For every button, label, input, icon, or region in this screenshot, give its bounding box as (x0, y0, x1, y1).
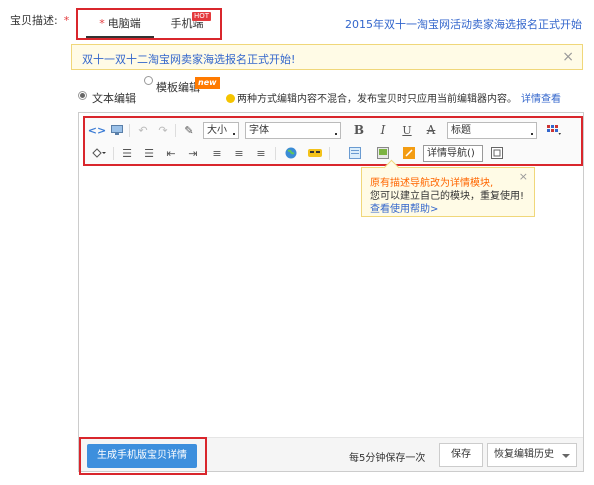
detail-module-popup: 原有描述导航改为详情模块, 您可以建立自己的模块，重复使用! 查看使用帮助> × (361, 167, 535, 217)
tab-pc[interactable]: * 电脑端 (86, 10, 154, 38)
bulleted-list-icon[interactable]: ☰ (119, 145, 135, 161)
align-left-icon[interactable]: ≡ (209, 145, 225, 161)
editor-tip: 两种方式编辑内容不混合，发布宝贝时只应用当前编辑器内容。 详情查看 (226, 90, 561, 105)
platform-tabs: * 电脑端 手机端 HOT (76, 8, 222, 40)
tip-text: 两种方式编辑内容不混合，发布宝贝时只应用当前编辑器内容。 (237, 94, 517, 105)
indent-icon[interactable]: ⇥ (185, 145, 201, 161)
align-center-icon[interactable]: ≡ (231, 145, 247, 161)
field-label-text: 宝贝描述: (10, 14, 58, 27)
toolbar-divider (129, 124, 130, 137)
required-mark: * (99, 17, 105, 30)
table-grid-icon[interactable] (543, 122, 565, 138)
fullscreen-icon[interactable] (489, 145, 505, 161)
editor-footer: 生成手机版宝贝详情 每5分钟保存一次 保存 恢复编辑历史 (79, 437, 583, 475)
toolbar-divider (175, 124, 176, 137)
emoticon-icon[interactable] (307, 145, 323, 161)
toolbar-divider (113, 147, 114, 160)
toolbar-divider (329, 147, 330, 160)
hot-badge: HOT (192, 12, 212, 21)
toolbar-divider (275, 147, 276, 160)
generate-highlight: 生成手机版宝贝详情 (79, 437, 207, 475)
close-icon[interactable]: × (562, 49, 574, 65)
outdent-icon[interactable]: ⇤ (163, 145, 179, 161)
font-family-select[interactable]: 字体 (245, 122, 341, 139)
font-size-select[interactable]: 大小 (203, 122, 239, 139)
editor-toolbar: <> ↶ ↷ ✎ 大小 字体 B I U A 标题 ☰ ☰ ⇤ ⇥ ≡ ≡ ≡ (83, 116, 583, 166)
notice-bar: 双十一双十二淘宝网卖家海选报名正式开始! × (71, 44, 583, 70)
redo-icon[interactable]: ↷ (155, 122, 171, 138)
restore-history-button[interactable]: 恢复编辑历史 (487, 443, 577, 467)
toolbar-row-1: <> ↶ ↷ ✎ 大小 字体 B I U A 标题 (85, 120, 581, 142)
help-link[interactable]: 查看使用帮助> (370, 200, 438, 215)
strikethrough-button[interactable]: A (423, 122, 439, 138)
radio-template-editor[interactable] (144, 76, 153, 85)
image-icon[interactable] (347, 145, 363, 161)
italic-button[interactable]: I (375, 122, 391, 138)
close-icon[interactable]: × (519, 170, 528, 183)
required-mark: * (63, 14, 70, 27)
toolbar-row-2: ☰ ☰ ⇤ ⇥ ≡ ≡ ≡ 详情导航() (85, 143, 581, 165)
preview-icon[interactable] (109, 122, 125, 138)
numbered-list-icon[interactable]: ☰ (141, 145, 157, 161)
chevron-down-icon (562, 454, 570, 458)
detail-nav-button[interactable]: 详情导航() (423, 145, 483, 162)
align-right-icon[interactable]: ≡ (253, 145, 269, 161)
radio-text-editor[interactable] (78, 91, 87, 100)
radio-template-editor-label: 模板编辑 (156, 81, 200, 94)
media-icon[interactable] (375, 145, 391, 161)
restore-history-label: 恢复编辑历史 (494, 449, 554, 460)
details-link[interactable]: 详情查看 (521, 94, 561, 105)
undo-icon[interactable]: ↶ (135, 122, 151, 138)
underline-button[interactable]: U (399, 122, 415, 138)
save-button[interactable]: 保存 (439, 443, 483, 467)
format-painter-icon[interactable]: ✎ (181, 122, 197, 138)
edit-module-icon[interactable] (401, 145, 417, 161)
lightbulb-icon (226, 94, 235, 103)
radio-text-editor-label: 文本编辑 (92, 92, 136, 105)
editor-mode-row: 文本编辑 模板编辑 new 两种方式编辑内容不混合，发布宝贝时只应用当前编辑器内… (78, 76, 588, 110)
field-label: 宝贝描述: * (10, 12, 69, 28)
generate-mobile-detail-button[interactable]: 生成手机版宝贝详情 (87, 444, 197, 468)
autosave-note: 每5分钟保存一次 (349, 453, 426, 464)
notice-link[interactable]: 双十一双十二淘宝网卖家海选报名正式开始! (82, 51, 295, 67)
heading-select[interactable]: 标题 (447, 122, 537, 139)
bold-button[interactable]: B (351, 122, 367, 138)
link-globe-icon[interactable] (283, 145, 299, 161)
tab-pc-label: 电脑端 (107, 17, 141, 30)
activity-link[interactable]: 2015年双十一淘宝网活动卖家海选报名正式开始 (345, 16, 582, 32)
rich-text-editor: <> ↶ ↷ ✎ 大小 字体 B I U A 标题 ☰ ☰ ⇤ ⇥ ≡ ≡ ≡ (78, 112, 584, 475)
fill-color-icon[interactable] (89, 145, 109, 161)
source-code-icon[interactable]: <> (88, 122, 106, 138)
new-badge: new (195, 77, 220, 89)
